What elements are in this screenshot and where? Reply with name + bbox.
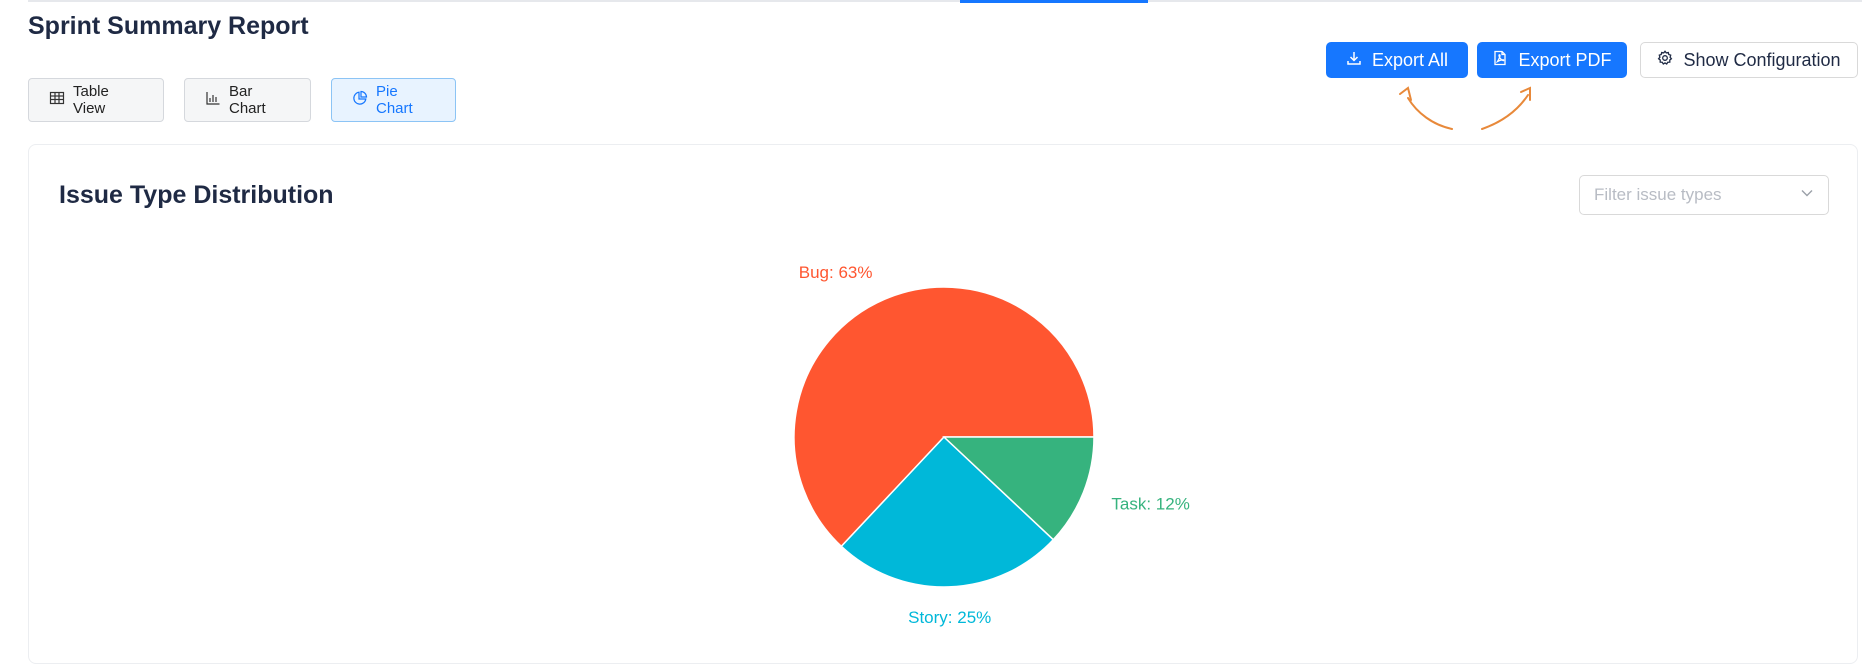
show-configuration-button[interactable]: Show Configuration — [1640, 42, 1858, 78]
gear-icon — [1657, 49, 1673, 71]
pie-label-story: Story: 25% — [908, 608, 991, 627]
pie-chart-label: Pie Chart — [376, 83, 413, 117]
pie-label-task: Task: 12% — [1111, 494, 1189, 513]
export-all-label: Export All — [1371, 49, 1449, 70]
page-title: Sprint Summary Report — [28, 12, 309, 40]
callout-arrows — [1399, 86, 1531, 130]
export-all-button[interactable]: Export All — [1326, 42, 1468, 78]
bar-chart-label: Bar Chart — [229, 83, 266, 117]
bar-chart-button[interactable]: Bar Chart — [184, 78, 311, 122]
export-pdf-label: Export PDF — [1518, 49, 1612, 70]
bar-chart-icon — [205, 90, 221, 110]
callout-arrow-right — [1481, 86, 1531, 130]
pdf-file-icon — [1492, 50, 1508, 71]
active-tab-indicator — [960, 0, 1148, 3]
download-icon — [1346, 50, 1362, 71]
pie-chart-button[interactable]: Pie Chart — [331, 78, 456, 122]
pie-chart: Bug: 63% Story: 25% Task: 12% — [793, 263, 1190, 627]
table-view-label: Table View — [73, 83, 109, 117]
pie-chart-icon — [352, 90, 368, 110]
chart-card: Issue Type Distribution Filter issue typ… — [28, 144, 1858, 664]
pie-label-bug: Bug: 63% — [799, 263, 873, 282]
export-pdf-button[interactable]: Export PDF — [1477, 42, 1627, 78]
top-divider — [28, 0, 1862, 2]
table-icon — [49, 90, 65, 110]
show-configuration-label: Show Configuration — [1683, 49, 1841, 70]
table-view-button[interactable]: Table View — [28, 78, 164, 122]
callout-arrow-left — [1399, 86, 1453, 130]
